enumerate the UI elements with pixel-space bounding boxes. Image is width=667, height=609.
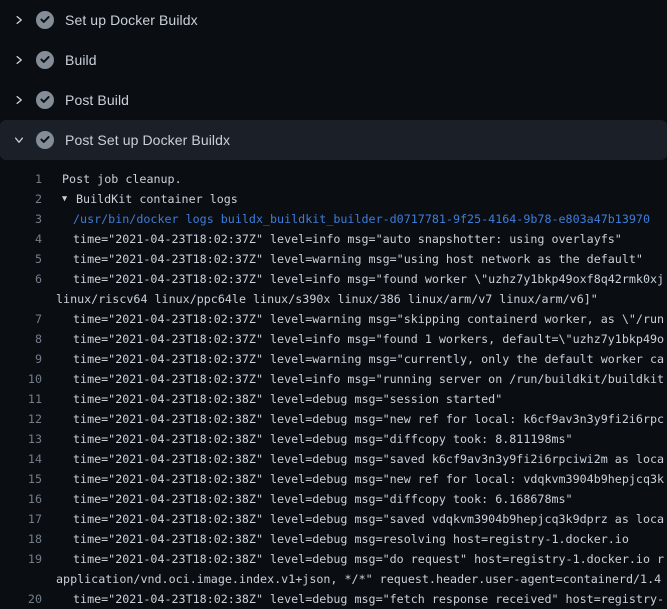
log-message-text: time="2021-04-23T18:02:38Z" level=debug … xyxy=(73,549,664,569)
step-label: Set up Docker Buildx xyxy=(65,12,198,28)
log-message-text: time="2021-04-23T18:02:38Z" level=debug … xyxy=(73,469,664,489)
log-message-text: time="2021-04-23T18:02:38Z" level=debug … xyxy=(73,509,664,529)
log-line-12: 12 time="2021-04-23T18:02:38Z" level=debu… xyxy=(0,409,667,429)
log-line-number[interactable]: 15 xyxy=(0,469,42,489)
log-message-text: time="2021-04-23T18:02:38Z" level=debug … xyxy=(73,489,573,509)
log-line-number[interactable]: 19 xyxy=(0,549,42,569)
log-line-5: 5 time="2021-04-23T18:02:37Z" level=warni… xyxy=(0,249,667,269)
log-message-text: Post job cleanup. xyxy=(62,169,182,189)
log-line-number[interactable]: 16 xyxy=(0,489,42,509)
success-check-icon xyxy=(36,131,54,149)
workflow-step-list: Set up Docker Buildx Build Post Build Post … xyxy=(0,0,667,160)
log-line-11: 11 time="2021-04-23T18:02:38Z" level=debu… xyxy=(0,389,667,409)
step-log-output: 1 Post job cleanup. 2 ▼ BuildKit container l… xyxy=(0,160,667,609)
log-line-1: 1 Post job cleanup. xyxy=(0,169,667,189)
log-line-15: 15 time="2021-04-23T18:02:38Z" level=debu… xyxy=(0,469,667,489)
log-group-caret-icon[interactable]: ▼ xyxy=(62,189,67,209)
log-line-6: 6 time="2021-04-23T18:02:37Z" level=info … xyxy=(0,269,667,289)
log-message-text: time="2021-04-23T18:02:37Z" level=warnin… xyxy=(73,309,664,329)
chevron-right-icon[interactable] xyxy=(10,91,28,109)
log-group-title[interactable]: BuildKit container logs xyxy=(76,189,238,209)
log-message-text: time="2021-04-23T18:02:38Z" level=debug … xyxy=(73,389,502,409)
step-row-set-up-docker-buildx[interactable]: Set up Docker Buildx xyxy=(0,0,667,40)
chevron-right-icon[interactable] xyxy=(10,11,28,29)
step-label: Post Set up Docker Buildx xyxy=(65,132,230,148)
log-message-text: time="2021-04-23T18:02:37Z" level=warnin… xyxy=(73,349,664,369)
log-line-number[interactable]: 11 xyxy=(0,389,42,409)
log-line-14: 14 time="2021-04-23T18:02:38Z" level=debu… xyxy=(0,449,667,469)
log-line-number[interactable]: 12 xyxy=(0,409,42,429)
log-line-19: 19 time="2021-04-23T18:02:38Z" level=debu… xyxy=(0,549,667,569)
log-message-text: time="2021-04-23T18:02:37Z" level=warnin… xyxy=(73,249,643,269)
log-line-18: 18 time="2021-04-23T18:02:38Z" level=debu… xyxy=(0,529,667,549)
chevron-down-icon[interactable] xyxy=(10,131,28,149)
log-line-number[interactable]: 4 xyxy=(0,229,42,249)
log-line-9: 9 time="2021-04-23T18:02:37Z" level=warni… xyxy=(0,349,667,369)
log-line-3: 3/usr/bin/docker logs buildx_buildkit_bu… xyxy=(0,209,667,229)
log-message-text: time="2021-04-23T18:02:38Z" level=debug … xyxy=(73,529,629,549)
step-label: Build xyxy=(65,52,97,68)
step-row-build[interactable]: Build xyxy=(0,40,667,80)
log-line-number[interactable]: 1 xyxy=(0,169,42,189)
log-line-number[interactable]: 5 xyxy=(0,249,42,269)
log-line-wrap: linux/riscv64 linux/ppc64le linux/s390x … xyxy=(0,289,667,309)
log-message-text: linux/riscv64 linux/ppc64le linux/s390x … xyxy=(56,289,598,309)
success-check-icon xyxy=(36,11,54,29)
log-command-text: /usr/bin/docker logs buildx_buildkit_bui… xyxy=(73,209,650,229)
log-message-text: time="2021-04-23T18:02:37Z" level=info m… xyxy=(73,229,622,249)
log-message-text: time="2021-04-23T18:02:38Z" level=debug … xyxy=(73,429,573,449)
log-line-number[interactable]: 10 xyxy=(0,369,42,389)
log-message-text: time="2021-04-23T18:02:38Z" level=debug … xyxy=(73,589,664,609)
step-label: Post Build xyxy=(65,92,129,108)
step-row-post-build[interactable]: Post Build xyxy=(0,80,667,120)
log-line-number[interactable]: 6 xyxy=(0,269,42,289)
log-line-number[interactable]: 18 xyxy=(0,529,42,549)
log-line-8: 8 time="2021-04-23T18:02:37Z" level=info … xyxy=(0,329,667,349)
log-line-number[interactable]: 13 xyxy=(0,429,42,449)
success-check-icon xyxy=(36,91,54,109)
log-line-number[interactable]: 8 xyxy=(0,329,42,349)
log-line-17: 17 time="2021-04-23T18:02:38Z" level=debu… xyxy=(0,509,667,529)
step-row-post-set-up-docker-buildx[interactable]: Post Set up Docker Buildx xyxy=(0,120,667,160)
log-line-number[interactable]: 17 xyxy=(0,509,42,529)
log-line-2: 2 ▼ BuildKit container logs xyxy=(0,189,667,209)
log-line-wrap: application/vnd.oci.image.index.v1+json,… xyxy=(0,569,667,589)
log-line-number[interactable]: 20 xyxy=(0,589,42,609)
log-line-10: 10 time="2021-04-23T18:02:37Z" level=info… xyxy=(0,369,667,389)
log-message-text: time="2021-04-23T18:02:37Z" level=info m… xyxy=(73,269,664,289)
log-line-16: 16 time="2021-04-23T18:02:38Z" level=debu… xyxy=(0,489,667,509)
log-message-text: time="2021-04-23T18:02:37Z" level=info m… xyxy=(73,329,664,349)
chevron-right-icon[interactable] xyxy=(10,51,28,69)
log-line-number[interactable]: 2 xyxy=(0,189,42,209)
success-check-icon xyxy=(36,51,54,69)
log-message-text: time="2021-04-23T18:02:38Z" level=debug … xyxy=(73,449,664,469)
log-line-7: 7 time="2021-04-23T18:02:37Z" level=warni… xyxy=(0,309,667,329)
log-line-number[interactable]: 3 xyxy=(0,209,42,229)
log-line-number[interactable]: 14 xyxy=(0,449,42,469)
log-line-4: 4 time="2021-04-23T18:02:37Z" level=info … xyxy=(0,229,667,249)
log-message-text: application/vnd.oci.image.index.v1+json,… xyxy=(56,569,661,589)
log-message-text: time="2021-04-23T18:02:37Z" level=info m… xyxy=(73,369,664,389)
log-line-13: 13 time="2021-04-23T18:02:38Z" level=debu… xyxy=(0,429,667,449)
log-line-number[interactable]: 9 xyxy=(0,349,42,369)
log-line-20: 20 time="2021-04-23T18:02:38Z" level=debu… xyxy=(0,589,667,609)
log-message-text: time="2021-04-23T18:02:38Z" level=debug … xyxy=(73,409,664,429)
log-line-number[interactable]: 7 xyxy=(0,309,42,329)
